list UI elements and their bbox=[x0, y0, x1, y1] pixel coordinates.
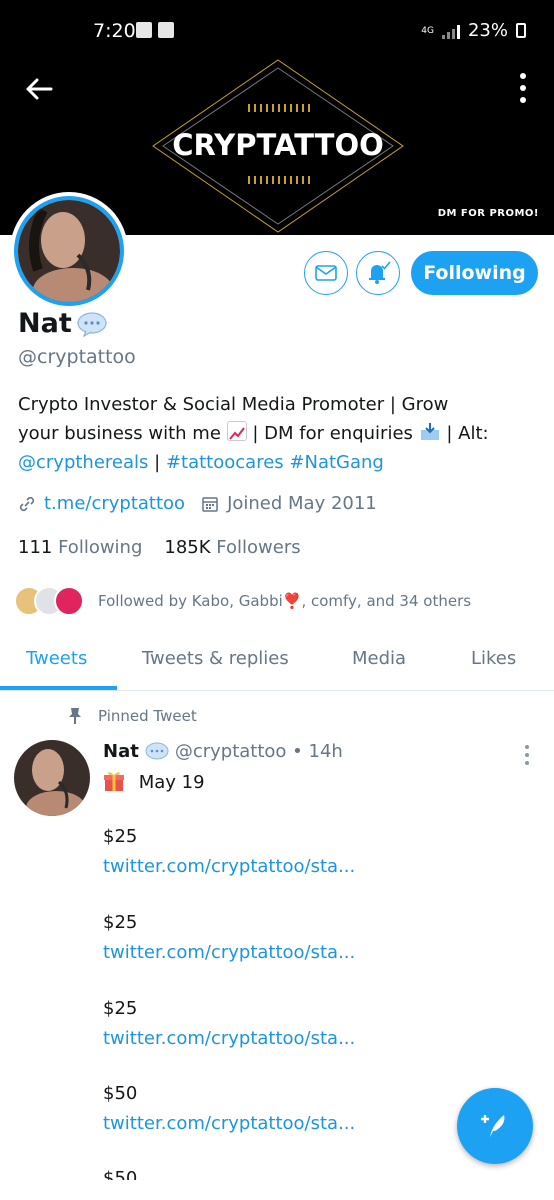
joined-date: Joined May 2011 bbox=[227, 493, 377, 514]
follow-counts: 111 Following 185K Followers bbox=[18, 537, 301, 558]
bio-hashtag-link[interactable]: #tattoocares bbox=[166, 452, 284, 473]
feather-plus-icon bbox=[481, 1115, 505, 1137]
active-tab-indicator bbox=[0, 686, 117, 690]
profile-handle: @cryptattoo bbox=[18, 346, 136, 368]
tab-tweets[interactable]: Tweets bbox=[26, 648, 87, 669]
message-button[interactable] bbox=[304, 251, 348, 295]
tab-likes[interactable]: Likes bbox=[471, 648, 516, 669]
follower-avatar bbox=[54, 586, 84, 616]
tab-media[interactable]: Media bbox=[352, 648, 406, 669]
website-link[interactable]: t.me/cryptattoo bbox=[44, 493, 185, 514]
chart-increasing-emoji-icon bbox=[226, 421, 247, 441]
status-time: 7:20 bbox=[93, 20, 136, 42]
calendar-icon bbox=[202, 496, 218, 512]
bio-line-2: your business with me | DM for enquiries… bbox=[18, 421, 489, 444]
profile-bio: Crypto Investor & Social Media Promoter … bbox=[18, 390, 538, 477]
tab-tweets-replies[interactable]: Tweets & replies bbox=[142, 648, 289, 669]
tweet-amount: $25 bbox=[103, 826, 138, 847]
mail-icon bbox=[315, 265, 337, 281]
gallery-notification-icon bbox=[158, 22, 174, 38]
tweet-link[interactable]: twitter.com/cryptattoo/sta... bbox=[103, 856, 355, 877]
profile-avatar[interactable] bbox=[10, 192, 128, 310]
tweet-author-avatar[interactable] bbox=[14, 740, 90, 816]
tweet-amount: $50 bbox=[103, 1083, 138, 1104]
pin-icon bbox=[69, 708, 81, 724]
bio-line-1: Crypto Investor & Social Media Promoter … bbox=[18, 394, 449, 415]
tweet-date-line: May 19 bbox=[103, 770, 533, 793]
following-count-link[interactable]: 111 Following bbox=[18, 537, 142, 558]
chat-bubble-emoji-icon bbox=[145, 742, 169, 759]
followed-by-text: Followed by Kabo, Gabbi❣️, comfy, and 34… bbox=[98, 592, 472, 610]
signal-icon bbox=[441, 23, 460, 39]
banner-promo-text: DM FOR PROMO! bbox=[437, 208, 539, 219]
tweet-amount: $25 bbox=[103, 912, 138, 933]
tweet-handle-time: @cryptattoo • 14h bbox=[174, 741, 343, 762]
network-type: 4G bbox=[421, 25, 434, 36]
battery-icon bbox=[516, 23, 526, 38]
profile-name: Nat bbox=[18, 308, 72, 339]
inbox-tray-emoji-icon bbox=[419, 422, 441, 442]
bell-check-icon bbox=[369, 261, 391, 284]
tweet-link[interactable]: twitter.com/cryptattoo/sta... bbox=[103, 942, 355, 963]
pinned-tweet-label: Pinned Tweet bbox=[68, 707, 197, 725]
tweet-link[interactable]: twitter.com/cryptattoo/sta... bbox=[103, 1028, 355, 1049]
followers-count-link[interactable]: 185K Followers bbox=[164, 537, 300, 558]
avatar-photo bbox=[14, 196, 124, 306]
profile-tabs: Tweets Tweets & replies Media Likes bbox=[0, 640, 554, 691]
tweet-header: Nat @cryptattoo • 14h bbox=[103, 741, 343, 762]
bio-line-3: @crypthereals | #tattoocares #NatGang bbox=[18, 452, 384, 473]
following-button[interactable]: Following bbox=[411, 251, 538, 295]
more-options-icon[interactable] bbox=[518, 72, 528, 104]
notification-icons bbox=[136, 22, 174, 38]
system-nav-bar bbox=[0, 1180, 554, 1200]
tweet-author-name[interactable]: Nat bbox=[103, 741, 139, 762]
banner-logo-text: CRYPTATTOO bbox=[172, 128, 384, 162]
bio-hashtag-link[interactable]: #NatGang bbox=[289, 452, 383, 473]
notifications-button[interactable] bbox=[356, 251, 400, 295]
tweet-more-icon[interactable] bbox=[524, 744, 530, 766]
banner-logo: CRYPTATTOO bbox=[151, 58, 405, 234]
gift-emoji-icon bbox=[104, 772, 124, 791]
bio-mention-link[interactable]: @crypthereals bbox=[18, 452, 148, 473]
tweet-link[interactable]: twitter.com/cryptattoo/sta... bbox=[103, 1113, 355, 1134]
profile-meta: t.me/cryptattoo Joined May 2011 bbox=[18, 493, 377, 514]
battery-text: 23% bbox=[467, 20, 508, 41]
app-notification-icon bbox=[136, 22, 152, 38]
followed-by-row[interactable]: Followed by Kabo, Gabbi❣️, comfy, and 34… bbox=[14, 586, 471, 616]
compose-tweet-button[interactable] bbox=[457, 1088, 533, 1164]
link-icon bbox=[19, 496, 35, 511]
status-right: 4G 23% bbox=[421, 20, 526, 41]
back-arrow-icon[interactable] bbox=[24, 74, 54, 104]
chat-bubble-emoji-icon bbox=[77, 312, 107, 337]
tweet-amount: $25 bbox=[103, 998, 138, 1019]
